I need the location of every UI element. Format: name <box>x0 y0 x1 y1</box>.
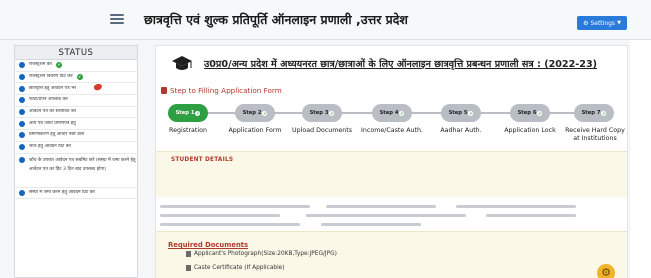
sidebar-item-print-for-check[interactable]: जाँच हेतु आवेदन प्रिंट करें <box>15 142 137 154</box>
sidebar-item-submit-application[interactable]: जाँच के उपरांत आवेदन पत्र सबमिट करें (सं… <box>15 154 137 188</box>
top-header: छात्रवृत्ति एवं शुल्क प्रतिपूर्ति ऑनलाइन… <box>0 0 651 40</box>
redacted-text <box>321 223 421 226</box>
step-badge-label: Step 1 <box>175 110 195 116</box>
step-1-badge[interactable]: Step 1 ✔ <box>168 104 208 122</box>
document-label: Caste Certificate (If Applicable) <box>194 265 285 271</box>
sidebar-item-label: जाँच हेतु आवेदन प्रिंट करें <box>29 144 72 150</box>
student-details-title: STUDENT DETAILS <box>171 157 234 163</box>
redacted-text <box>160 223 300 226</box>
redacted-text <box>486 214 576 217</box>
step-4-label: Income/Caste Auth. <box>361 127 423 134</box>
step-badge-label: Step 3 <box>309 110 329 116</box>
document-item: Applicant's Photograph(Size:20KB,Type:JP… <box>186 251 337 257</box>
document-item: Caste Certificate (If Applicable) <box>186 265 285 271</box>
step-7-badge[interactable]: Step 7 ✔ <box>574 104 614 122</box>
step-7-label: Receive Hard Copy at Institutions <box>565 127 625 142</box>
arrow-circle-icon <box>19 144 25 151</box>
check-circle-icon: ✔ <box>468 110 474 116</box>
redacted-text <box>326 205 436 208</box>
step-5-badge[interactable]: Step 5 ✔ <box>441 104 481 122</box>
step-heading-label: Step to Filling Application Form <box>170 86 282 95</box>
arrow-circle-icon <box>19 120 25 127</box>
check-circle-icon: ✔ <box>537 110 543 116</box>
redacted-text <box>160 205 310 208</box>
chevron-down-icon: ▼ <box>617 20 621 26</box>
sidebar-item-label: प्रमाणीकरण हेतु आधार नंबर डालें <box>29 132 85 138</box>
settings-button[interactable]: ⚙ Settings ▼ <box>577 16 627 30</box>
step-4-badge[interactable]: Step 4 ✔ <box>372 104 412 122</box>
sidebar-item-label: आय एवं जाति प्रमाणपत्र हेतु <box>29 120 76 126</box>
arrow-circle-icon <box>19 62 25 69</box>
check-circle-icon: ✔ <box>329 110 335 116</box>
check-circle-icon: ✔ <box>76 74 83 81</box>
student-details-section: STUDENT DETAILS <box>156 151 627 197</box>
check-circle-icon: ✔ <box>56 62 63 69</box>
check-circle-icon: ✔ <box>195 110 201 116</box>
required-documents-section: Required Documents Applicant's Photograp… <box>156 231 627 278</box>
redacted-text <box>306 214 466 217</box>
sidebar-item-income-caste[interactable]: आय एवं जाति प्रमाणपत्र हेतु <box>15 118 137 131</box>
file-icon <box>186 265 191 271</box>
menu-icon[interactable] <box>110 14 124 24</box>
settings-fab-gear-icon[interactable]: ⚙ <box>597 264 615 278</box>
sidebar-item-edit-application[interactable]: आवेदन पत्र को संशोधित करें <box>15 107 137 119</box>
status-heading: STATUS <box>15 46 137 60</box>
app-title: छात्रवृत्ति एवं शुल्क प्रतिपूर्ति ऑनलाइन… <box>144 12 408 27</box>
sidebar-item-label: जाँच के उपरांत आवेदन पत्र सबमिट करें (सं… <box>29 157 136 173</box>
sidebar-item-label: रजिस्ट्रेशन विवरण प्रिंट करें <box>29 74 73 80</box>
check-circle-icon: ✔ <box>601 110 607 116</box>
gear-icon: ⚙ <box>583 19 589 27</box>
required-documents-title[interactable]: Required Documents <box>168 241 248 249</box>
sidebar-item-label: फोटो/प्रपत्र अपलोड करें <box>29 97 68 103</box>
step-badge-label: Step 5 <box>448 110 468 116</box>
step-5-label: Aadhar Auth. <box>440 127 482 134</box>
arrow-circle-icon <box>19 132 25 139</box>
step-badge-label: Step 6 <box>517 110 537 116</box>
step-1-label: Registration <box>169 127 207 134</box>
sidebar-item-label: रजिस्ट्रेशन करें <box>29 62 53 68</box>
step-badge-label: Step 2 <box>242 110 262 116</box>
step-3-label: Upload Documents <box>292 127 352 134</box>
sidebar-item-print-registration[interactable]: रजिस्ट्रेशन विवरण प्रिंट करें ✔ <box>15 72 137 84</box>
sidebar-item-registration[interactable]: रजिस्ट्रेशन करें ✔ <box>15 60 137 72</box>
sidebar-item-aadhar-auth[interactable]: प्रमाणीकरण हेतु आधार नंबर डालें <box>15 130 137 142</box>
sidebar-item-print-for-institution[interactable]: संस्था में जमा करने हेतु आवेदन प्रिंट कर… <box>15 188 137 200</box>
redacted-text <box>456 205 576 208</box>
arrow-circle-icon <box>19 156 25 163</box>
page-margin <box>630 40 651 278</box>
sidebar-item-upload-documents[interactable]: फोटो/प्रपत्र अपलोड करें <box>15 95 137 107</box>
status-sidebar: STATUS रजिस्ट्रेशन करें ✔ रजिस्ट्रेशन वि… <box>14 45 138 278</box>
step-6-label: Application Lock <box>504 127 556 134</box>
main-panel: उ0प्र0/अन्य प्रदेश में अध्ययनरत छात्र/छा… <box>155 45 628 278</box>
arrow-circle-icon <box>19 109 25 116</box>
step-heading: Step to Filling Application Form <box>161 86 282 95</box>
redacted-text <box>160 214 280 217</box>
check-circle-icon: ✔ <box>399 110 405 116</box>
settings-label: Settings <box>590 19 616 27</box>
step-badge-label: Step 7 <box>581 110 601 116</box>
sidebar-item-label: संस्था में जमा करने हेतु आवेदन प्रिंट कर… <box>29 189 96 195</box>
document-label: Applicant's Photograph(Size:20KB,Type:JP… <box>194 251 337 257</box>
arrow-circle-icon <box>19 97 25 104</box>
scheme-title: उ0प्र0/अन्य प्रदेश में अध्ययनरत छात्र/छा… <box>204 59 598 70</box>
step-2-label: Application Form <box>228 127 282 134</box>
step-6-badge[interactable]: Step 6 ✔ <box>510 104 550 122</box>
step-badge-label: Step 4 <box>379 110 399 116</box>
sidebar-item-label: छात्रवृत्ति हेतु आवेदन पत्र भरें <box>29 85 77 91</box>
check-circle-icon: ✔ <box>262 110 268 116</box>
step-2-badge[interactable]: Step 2 ✔ <box>235 104 275 122</box>
mouse-cursor-icon <box>93 82 103 92</box>
pdf-file-icon <box>161 87 167 94</box>
arrow-circle-icon <box>19 85 25 92</box>
arrow-circle-icon <box>19 189 25 196</box>
sidebar-item-label: आवेदन पत्र को संशोधित करें <box>29 109 77 115</box>
arrow-circle-icon <box>19 74 25 81</box>
step-3-badge[interactable]: Step 3 ✔ <box>302 104 342 122</box>
sidebar-item-fill-application[interactable]: छात्रवृत्ति हेतु आवेदन पत्र भरें <box>15 82 137 96</box>
file-icon <box>186 251 191 257</box>
graduation-cap-icon <box>172 56 192 70</box>
